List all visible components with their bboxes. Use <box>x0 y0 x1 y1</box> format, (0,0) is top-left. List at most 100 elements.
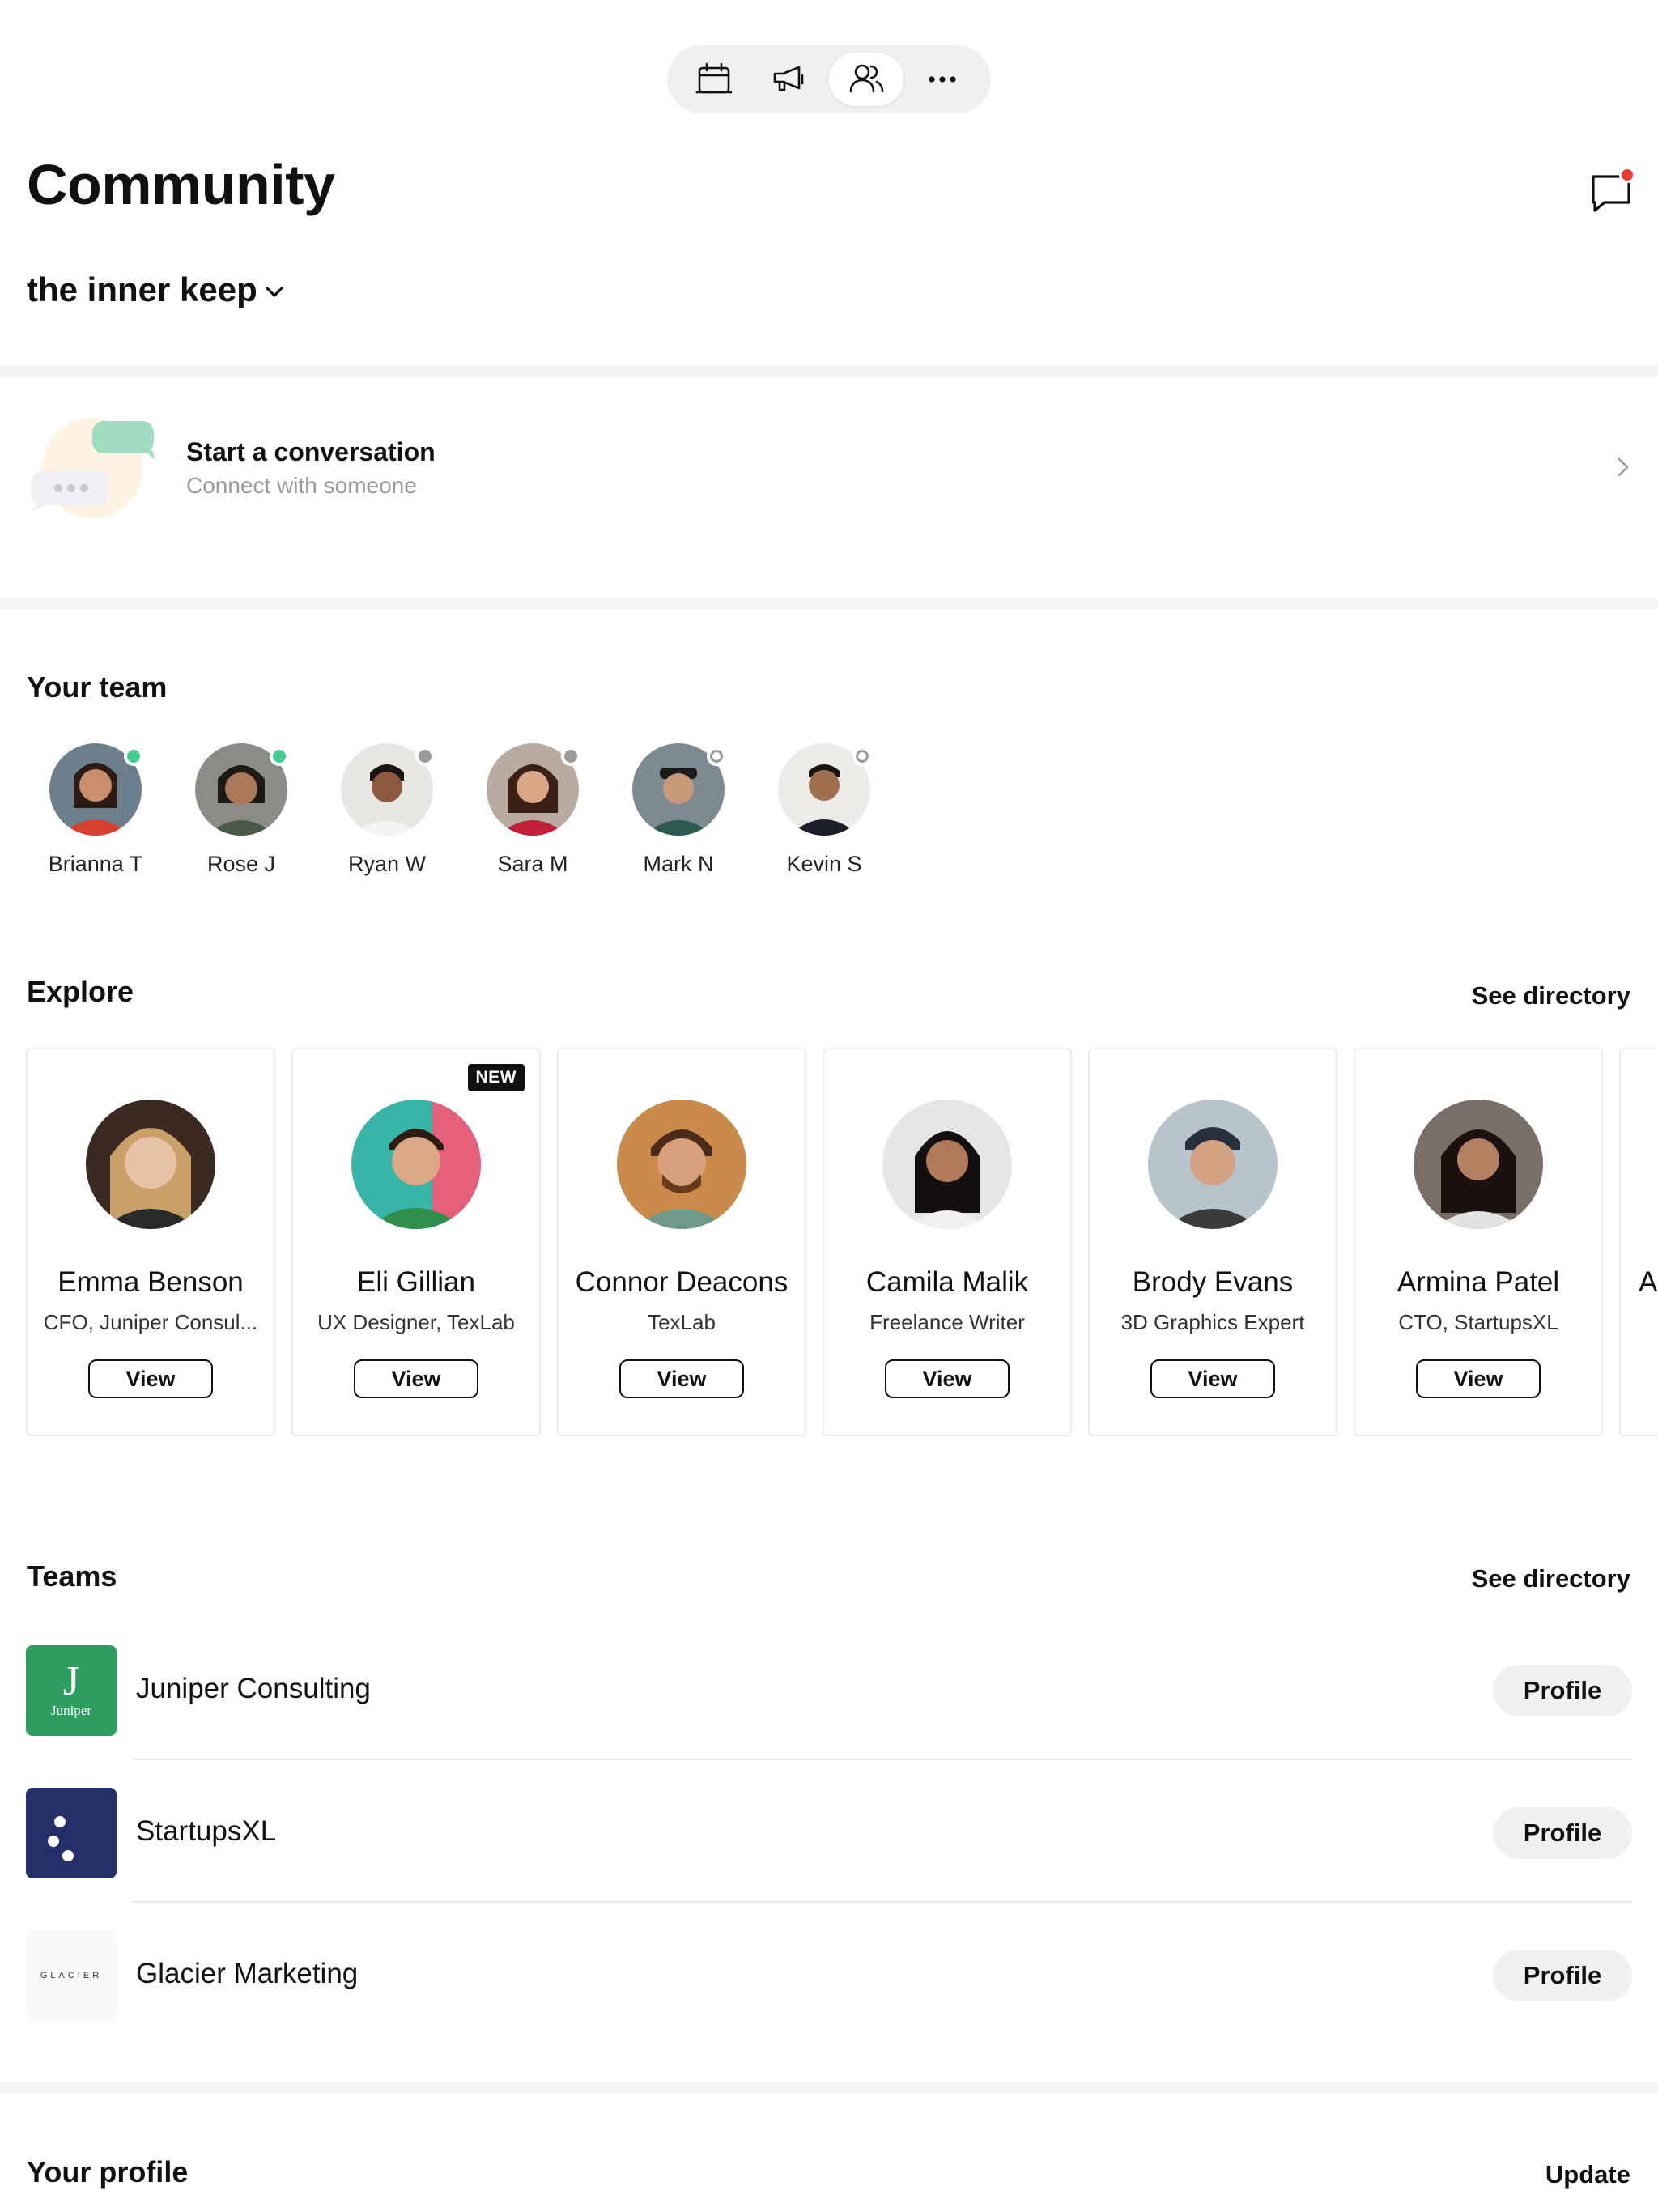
conversation-title: Start a conversation <box>186 437 436 466</box>
status-indicator <box>561 747 580 766</box>
logo-text: GLACIER <box>40 1971 103 1980</box>
your-profile-heading: Your profile <box>27 2155 189 2189</box>
person-role: UX Designer, TexLab <box>317 1310 515 1334</box>
person-card[interactable]: Armina Patel CTO, StartupsXL View <box>1354 1048 1603 1436</box>
calendar-icon <box>695 62 733 94</box>
team-logo: GLACIER <box>26 1930 117 2021</box>
person-card-partial[interactable]: A <box>1619 1048 1658 1436</box>
tab-community[interactable] <box>829 53 903 106</box>
avatar <box>351 1100 481 1229</box>
view-button[interactable]: View <box>354 1359 478 1398</box>
view-button[interactable]: View <box>619 1359 744 1398</box>
teams-list: J Juniper Juniper Consulting Profile Sta… <box>26 1644 1632 2071</box>
person-role: Freelance Writer <box>869 1310 1025 1334</box>
person-name: Emma Benson <box>57 1266 244 1298</box>
view-button[interactable]: View <box>885 1359 1010 1398</box>
avatar <box>617 1100 746 1229</box>
team-member-name: Ryan W <box>347 852 427 876</box>
people-icon <box>849 64 884 93</box>
team-logo <box>26 1788 117 1878</box>
person-card[interactable]: NEW Eli Gillian UX Designer, TexLab View <box>291 1048 541 1436</box>
view-button[interactable]: View <box>88 1359 213 1398</box>
team-name: StartupsXL <box>136 1815 277 1847</box>
status-indicator <box>415 747 435 766</box>
team-member[interactable]: Ryan W <box>314 743 460 877</box>
section-divider <box>0 598 1658 609</box>
person-name-partial: A <box>1639 1266 1658 1298</box>
explore-cards: Emma Benson CFO, Juniper Consul... View … <box>26 1048 1658 1436</box>
person-role: 3D Graphics Expert <box>1120 1310 1305 1334</box>
person-name: Brody Evans <box>1132 1266 1294 1298</box>
team-member[interactable]: Mark N <box>606 743 751 877</box>
team-member-name: Brianna T <box>48 852 143 876</box>
avatar <box>1148 1100 1278 1229</box>
person-name: Connor Deacons <box>575 1266 789 1298</box>
community-switcher[interactable]: the inner keep <box>27 270 287 309</box>
person-role: CFO, Juniper Consul... <box>43 1310 258 1334</box>
person-card[interactable]: Connor Deacons TexLab View <box>557 1048 806 1436</box>
person-role: CTO, StartupsXL <box>1398 1310 1558 1334</box>
team-member[interactable]: Sara M <box>460 743 606 877</box>
team-member[interactable]: Brianna T <box>23 743 168 877</box>
tab-events[interactable] <box>677 53 751 106</box>
page-title: Community <box>27 153 335 216</box>
status-indicator <box>270 747 289 766</box>
view-button[interactable]: View <box>1150 1359 1275 1398</box>
team-member-name: Mark N <box>643 852 714 876</box>
team-members-row: Brianna T Rose J Ryan W Sara M Mark N Ke… <box>23 743 897 877</box>
person-card[interactable]: Emma Benson CFO, Juniper Consul... View <box>26 1048 275 1436</box>
chevron-right-icon <box>1618 457 1629 477</box>
list-item[interactable]: GLACIER Glacier Marketing Profile <box>26 1929 1632 2071</box>
teams-see-directory-link[interactable]: See directory <box>1472 1564 1630 1593</box>
update-profile-link[interactable]: Update <box>1545 2160 1630 2189</box>
more-icon <box>929 76 956 83</box>
new-badge: NEW <box>467 1064 525 1091</box>
status-indicator <box>852 747 872 766</box>
person-card[interactable]: Brody Evans 3D Graphics Expert View <box>1088 1048 1337 1436</box>
avatar <box>882 1100 1012 1229</box>
explore-see-directory-link[interactable]: See directory <box>1472 981 1630 1010</box>
teams-heading: Teams <box>27 1559 117 1593</box>
conversation-subtitle: Connect with someone <box>186 473 417 498</box>
team-name: Juniper Consulting <box>136 1673 371 1704</box>
row-divider <box>133 1759 1632 1760</box>
notification-dot <box>1619 167 1635 183</box>
conversation-illustration <box>31 418 155 518</box>
start-conversation-row[interactable]: Start a conversation Connect with someon… <box>0 377 1658 609</box>
list-item[interactable]: J Juniper Juniper Consulting Profile <box>26 1644 1632 1786</box>
team-member[interactable]: Kevin S <box>751 743 897 877</box>
person-card[interactable]: Camila Malik Freelance Writer View <box>823 1048 1072 1436</box>
section-divider <box>0 366 1658 377</box>
list-item[interactable]: StartupsXL Profile <box>26 1786 1632 1929</box>
team-member-name: Sara M <box>497 852 568 876</box>
team-name: Glacier Marketing <box>136 1958 359 1989</box>
section-divider <box>0 2082 1658 2094</box>
view-button[interactable]: View <box>1416 1359 1541 1398</box>
avatar <box>1414 1100 1543 1229</box>
team-member[interactable]: Rose J <box>168 743 314 877</box>
profile-button[interactable]: Profile <box>1493 1950 1632 2001</box>
tab-more[interactable] <box>905 53 980 106</box>
profile-button[interactable]: Profile <box>1493 1665 1632 1716</box>
avatar <box>86 1100 215 1229</box>
messages-button[interactable] <box>1588 167 1635 215</box>
logo-letter: J <box>62 1658 80 1704</box>
status-indicator <box>124 747 143 766</box>
person-name: Eli Gillian <box>357 1266 475 1298</box>
person-name: Camila Malik <box>865 1266 1029 1298</box>
your-team-heading: Your team <box>27 670 168 704</box>
team-member-name: Kevin S <box>786 852 862 876</box>
chevron-down-icon <box>266 287 283 297</box>
explore-heading: Explore <box>27 975 134 1008</box>
community-name: the inner keep <box>27 270 257 308</box>
team-logo: J Juniper <box>26 1645 117 1736</box>
person-role: TexLab <box>648 1310 716 1334</box>
top-nav <box>667 45 991 113</box>
tab-announcements[interactable] <box>753 53 827 106</box>
profile-button[interactable]: Profile <box>1493 1807 1632 1859</box>
person-name: Armina Patel <box>1397 1266 1560 1298</box>
logo-text: Juniper <box>50 1703 92 1718</box>
status-indicator <box>707 747 726 766</box>
megaphone-icon <box>773 66 804 91</box>
dots-logo-icon <box>48 1816 74 1861</box>
